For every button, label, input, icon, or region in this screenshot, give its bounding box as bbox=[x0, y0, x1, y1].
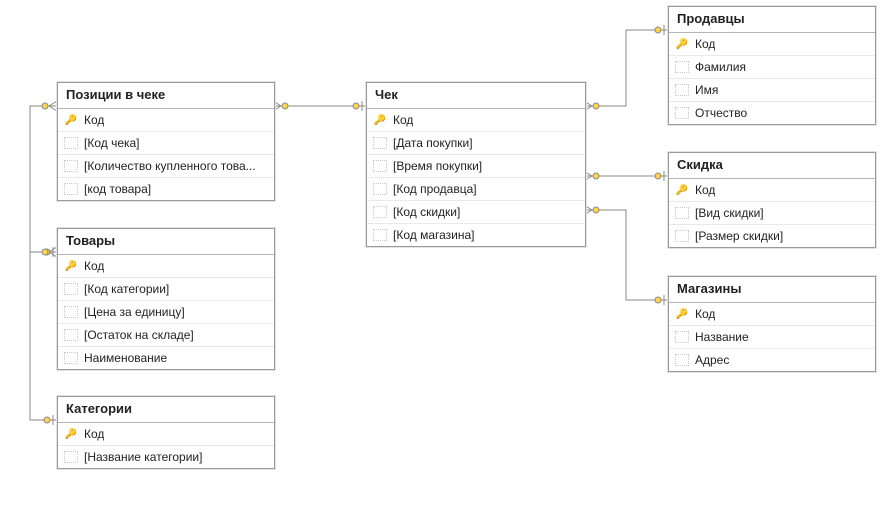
field-icon bbox=[64, 182, 78, 196]
field-row[interactable]: 🔑 Код bbox=[367, 109, 585, 132]
field-label: [Код магазина] bbox=[393, 228, 475, 242]
field-row[interactable]: 🔑 Код bbox=[669, 179, 875, 202]
field-icon bbox=[64, 136, 78, 150]
key-icon: 🔑 bbox=[64, 259, 78, 273]
field-row[interactable]: 🔑 Код bbox=[58, 255, 274, 278]
key-icon: 🔑 bbox=[64, 427, 78, 441]
field-label: Наименование bbox=[84, 351, 167, 365]
field-row[interactable]: Название bbox=[669, 326, 875, 349]
field-label: [Размер скидки] bbox=[695, 229, 783, 243]
field-label: Код bbox=[84, 427, 104, 441]
field-label: Отчество bbox=[695, 106, 747, 120]
field-row[interactable]: Наименование bbox=[58, 347, 274, 369]
field-icon bbox=[64, 351, 78, 365]
key-icon: 🔑 bbox=[675, 37, 689, 51]
entity-title[interactable]: Скидка bbox=[669, 153, 875, 179]
entity-positions[interactable]: Позиции в чеке 🔑 Код [Код чека] [Количество … bbox=[57, 82, 275, 201]
entity-receipt[interactable]: Чек 🔑 Код [Дата покупки] [Время покупки] [Код… bbox=[366, 82, 586, 247]
field-row[interactable]: [Код чека] bbox=[58, 132, 274, 155]
field-icon bbox=[373, 205, 387, 219]
field-label: [Вид скидки] bbox=[695, 206, 764, 220]
entity-title[interactable]: Позиции в чеке bbox=[58, 83, 274, 109]
entity-items[interactable]: Товары 🔑 Код [Код категории] [Цена за единиц… bbox=[57, 228, 275, 370]
field-row[interactable]: [Название категории] bbox=[58, 446, 274, 468]
field-label: Код bbox=[695, 307, 715, 321]
field-icon bbox=[675, 330, 689, 344]
entity-discount[interactable]: Скидка 🔑 Код [Вид скидки] [Размер скидки] bbox=[668, 152, 876, 248]
field-label: [Время покупки] bbox=[393, 159, 482, 173]
field-label: Фамилия bbox=[695, 60, 746, 74]
field-row[interactable]: [Цена за единицу] bbox=[58, 301, 274, 324]
field-icon bbox=[675, 60, 689, 74]
entity-title[interactable]: Товары bbox=[58, 229, 274, 255]
field-icon bbox=[64, 159, 78, 173]
entity-title[interactable]: Чек bbox=[367, 83, 585, 109]
field-label: Код bbox=[695, 183, 715, 197]
field-label: Код bbox=[84, 113, 104, 127]
field-label: [Количество купленного това... bbox=[84, 159, 256, 173]
field-row[interactable]: [Время покупки] bbox=[367, 155, 585, 178]
field-label: [Код категории] bbox=[84, 282, 169, 296]
field-label: [Название категории] bbox=[84, 450, 202, 464]
field-row[interactable]: Имя bbox=[669, 79, 875, 102]
entity-categories[interactable]: Категории 🔑 Код [Название категории] bbox=[57, 396, 275, 469]
field-icon bbox=[675, 106, 689, 120]
field-label: Адрес bbox=[695, 353, 729, 367]
field-icon bbox=[373, 228, 387, 242]
field-row[interactable]: [Размер скидки] bbox=[669, 225, 875, 247]
field-row[interactable]: [Код магазина] bbox=[367, 224, 585, 246]
field-icon bbox=[64, 450, 78, 464]
field-label: Код bbox=[695, 37, 715, 51]
field-row[interactable]: [Дата покупки] bbox=[367, 132, 585, 155]
field-row[interactable]: Адрес bbox=[669, 349, 875, 371]
field-label: Код bbox=[393, 113, 413, 127]
key-icon: 🔑 bbox=[675, 183, 689, 197]
field-icon bbox=[675, 206, 689, 220]
field-row[interactable]: [Код скидки] bbox=[367, 201, 585, 224]
key-icon: 🔑 bbox=[64, 113, 78, 127]
field-icon bbox=[373, 136, 387, 150]
field-row[interactable]: [Остаток на складе] bbox=[58, 324, 274, 347]
field-row[interactable]: Фамилия bbox=[669, 56, 875, 79]
field-label: [Код скидки] bbox=[393, 205, 460, 219]
field-icon bbox=[64, 282, 78, 296]
entity-stores[interactable]: Магазины 🔑 Код Название Адрес bbox=[668, 276, 876, 372]
entity-title[interactable]: Магазины bbox=[669, 277, 875, 303]
field-label: [Остаток на складе] bbox=[84, 328, 194, 342]
field-row[interactable]: [Количество купленного това... bbox=[58, 155, 274, 178]
field-row[interactable]: [Вид скидки] bbox=[669, 202, 875, 225]
key-icon: 🔑 bbox=[675, 307, 689, 321]
field-row[interactable]: [Код продавца] bbox=[367, 178, 585, 201]
field-icon bbox=[373, 182, 387, 196]
field-row[interactable]: 🔑 Код bbox=[669, 33, 875, 56]
field-icon bbox=[373, 159, 387, 173]
field-label: [код товара] bbox=[84, 182, 151, 196]
field-label: Код bbox=[84, 259, 104, 273]
field-row[interactable]: [код товара] bbox=[58, 178, 274, 200]
field-label: [Цена за единицу] bbox=[84, 305, 185, 319]
field-label: [Код чека] bbox=[84, 136, 140, 150]
field-icon bbox=[675, 83, 689, 97]
field-label: Название bbox=[695, 330, 749, 344]
entity-title[interactable]: Продавцы bbox=[669, 7, 875, 33]
entity-title[interactable]: Категории bbox=[58, 397, 274, 423]
field-icon bbox=[675, 229, 689, 243]
key-icon: 🔑 bbox=[373, 113, 387, 127]
field-label: [Код продавца] bbox=[393, 182, 477, 196]
field-icon bbox=[64, 328, 78, 342]
field-row[interactable]: Отчество bbox=[669, 102, 875, 124]
field-label: [Дата покупки] bbox=[393, 136, 473, 150]
field-icon bbox=[675, 353, 689, 367]
field-row[interactable]: 🔑 Код bbox=[58, 423, 274, 446]
field-row[interactable]: 🔑 Код bbox=[669, 303, 875, 326]
field-row[interactable]: 🔑 Код bbox=[58, 109, 274, 132]
field-label: Имя bbox=[695, 83, 718, 97]
field-icon bbox=[64, 305, 78, 319]
entity-sellers[interactable]: Продавцы 🔑 Код Фамилия Имя Отчество bbox=[668, 6, 876, 125]
field-row[interactable]: [Код категории] bbox=[58, 278, 274, 301]
